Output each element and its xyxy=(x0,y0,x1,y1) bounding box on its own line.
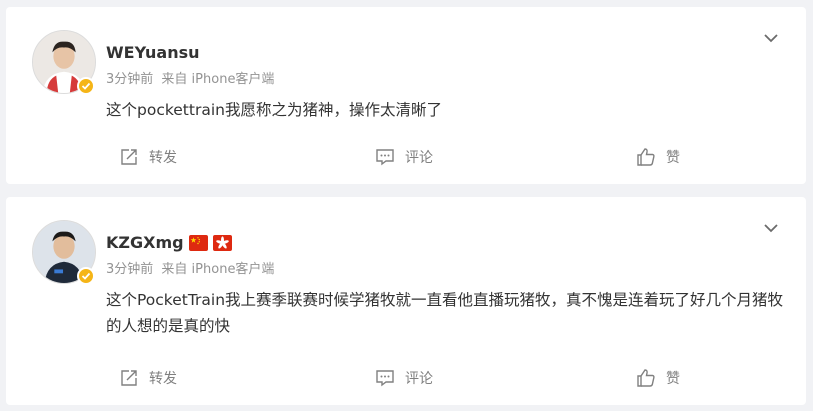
comment-label: 评论 xyxy=(405,371,433,387)
post-card: WEYuansu 3分钟前 来自 iPhone客户端 这个pockettrain… xyxy=(6,7,806,184)
repost-button[interactable]: 转发 xyxy=(119,368,177,388)
username[interactable]: KZGXmg xyxy=(106,233,232,253)
comment-icon xyxy=(375,368,395,388)
post-text: 这个PocketTrain我上赛季联赛时候学猪牧就一直看他直播玩猪牧，真不愧是连… xyxy=(106,291,784,335)
chevron-down-icon[interactable] xyxy=(762,29,780,47)
post-meta: 3分钟前 来自 iPhone客户端 xyxy=(106,261,274,279)
username[interactable]: WEYuansu xyxy=(106,43,200,63)
chevron-down-icon[interactable] xyxy=(762,219,780,237)
username-text[interactable]: WEYuansu xyxy=(106,43,200,63)
comment-button[interactable]: 评论 xyxy=(375,368,433,388)
post-time[interactable]: 3分钟前 xyxy=(106,262,153,277)
verified-badge-icon xyxy=(77,77,95,95)
hongkong-flag-icon xyxy=(212,235,232,251)
post-source: 来自 iPhone客户端 xyxy=(161,262,275,277)
post-card: KZGXmg 3分钟前 来自 iPhone客户端 这个PocketTrain我上… xyxy=(6,197,806,405)
post-time[interactable]: 3分钟前 xyxy=(106,72,153,87)
repost-label: 转发 xyxy=(149,150,177,166)
china-flag-icon xyxy=(188,235,208,251)
like-button[interactable]: 赞 xyxy=(636,147,680,167)
action-bar: 转发 评论 赞 xyxy=(6,368,806,392)
like-button[interactable]: 赞 xyxy=(636,368,680,388)
post-text: 这个pockettrain我愿称之为猪神，操作太清晰了 xyxy=(106,101,442,119)
like-label: 赞 xyxy=(666,150,680,166)
repost-icon xyxy=(119,147,139,167)
thumbs-up-icon xyxy=(636,368,656,388)
comment-label: 评论 xyxy=(405,150,433,166)
post-source: 来自 iPhone客户端 xyxy=(161,72,275,87)
username-text[interactable]: KZGXmg xyxy=(106,233,184,253)
repost-button[interactable]: 转发 xyxy=(119,147,177,167)
comment-button[interactable]: 评论 xyxy=(375,147,433,167)
verified-badge-icon xyxy=(77,267,95,285)
repost-icon xyxy=(119,368,139,388)
action-bar: 转发 评论 赞 xyxy=(6,147,806,171)
like-label: 赞 xyxy=(666,371,680,387)
post-meta: 3分钟前 来自 iPhone客户端 xyxy=(106,71,274,89)
thumbs-up-icon xyxy=(636,147,656,167)
repost-label: 转发 xyxy=(149,371,177,387)
comment-icon xyxy=(375,147,395,167)
